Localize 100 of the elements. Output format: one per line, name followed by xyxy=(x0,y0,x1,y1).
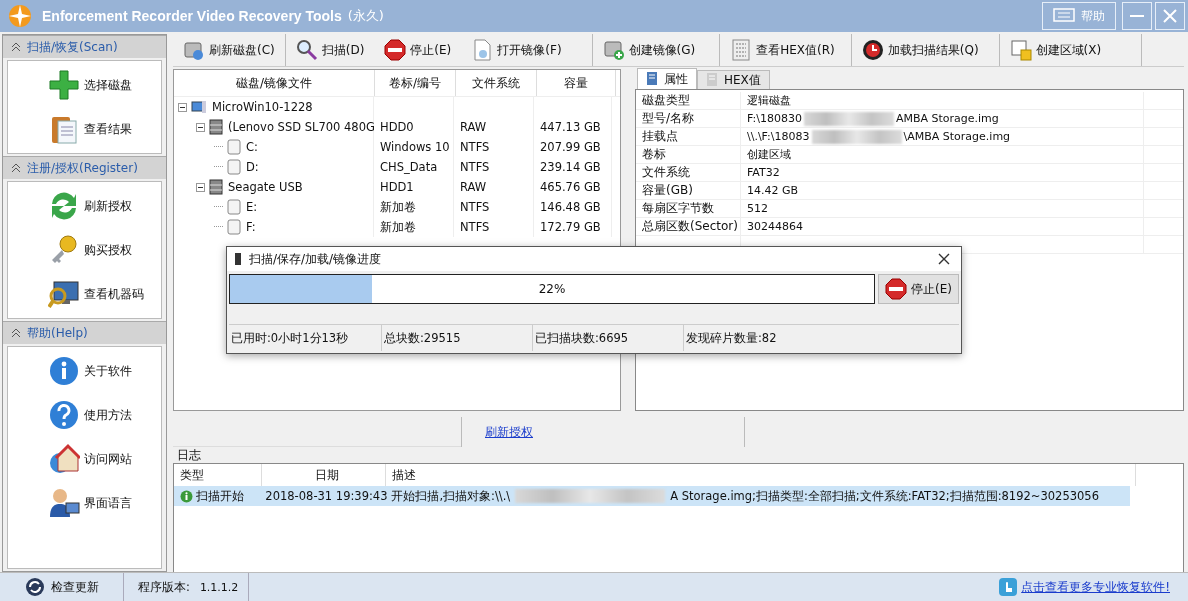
tree-node[interactable]: MicroWin10-1228 xyxy=(212,100,313,114)
more-software-link[interactable]: 点击查看更多专业恢复软件! xyxy=(989,573,1188,601)
property-name: 型号/名称 xyxy=(636,110,741,127)
property-value: 30244864 xyxy=(747,220,803,233)
volume-label: HDD1 xyxy=(380,180,414,194)
property-value: \AMBA Storage.img xyxy=(903,130,1011,143)
progress-percent: 22% xyxy=(537,282,567,296)
sidebar-item[interactable]: 访问网站 xyxy=(8,437,161,481)
log-type: 扫描开始 xyxy=(196,488,244,504)
volume-label: Windows 10 xyxy=(380,140,450,154)
tree-node[interactable]: F: xyxy=(246,220,256,234)
property-value: 创建区域 xyxy=(747,147,791,162)
column-header[interactable]: 文件系统 xyxy=(456,70,537,96)
update-icon xyxy=(24,577,45,597)
sidebar-group-header[interactable]: 扫描/恢复(Scan) xyxy=(3,35,166,58)
file-system: NTFS xyxy=(460,160,490,174)
document-icon xyxy=(646,71,660,87)
collapse-icon[interactable] xyxy=(178,102,187,112)
sidebar-item[interactable]: 关于软件 xyxy=(8,349,161,393)
file-system: NTFS xyxy=(460,140,490,154)
property-value: FAT32 xyxy=(747,166,780,179)
tree-node[interactable]: E: xyxy=(246,200,258,214)
help-icon xyxy=(48,399,80,431)
volume-icon xyxy=(227,219,241,235)
property-name: 磁盘类型 xyxy=(636,92,741,109)
collapse-icon[interactable] xyxy=(196,182,205,192)
collapse-icon[interactable] xyxy=(196,122,205,132)
dialog-title: 扫描/保存/加载/镜像进度 xyxy=(249,250,382,268)
volume-icon xyxy=(227,139,241,155)
capacity: 172.79 GB xyxy=(540,220,601,234)
document-icon xyxy=(706,72,720,88)
column-header[interactable]: 容量 xyxy=(537,70,616,96)
drive-icon xyxy=(209,179,223,195)
volume-label: 新加卷 xyxy=(380,199,416,215)
log-date: 2018-08-31 19:39:43 xyxy=(264,488,386,505)
panel-tab[interactable]: HEX值 xyxy=(697,70,770,89)
log-description: A Storage.img;扫描类型:全部扫描;文件系统:FAT32;扫描范围:8192~30253056 xyxy=(670,488,1099,504)
log-row[interactable]: 扫描开始 2018-08-31 19:39:43 开始扫描,扫描对象:\\.\ A Storage.img;扫描类型:全部扫描;文件系统:FAT32;扫描范围:8192~30253056 xyxy=(174,486,1130,506)
volume-label: HDD0 xyxy=(380,120,414,134)
sidebar-item[interactable]: 购买授权 xyxy=(8,228,161,272)
check-update-button[interactable]: 检查更新 xyxy=(0,573,124,601)
file-icon xyxy=(471,39,494,61)
volume-icon xyxy=(227,199,241,215)
scan-stat: 已扫描块数:6695 xyxy=(533,325,684,351)
search-icon xyxy=(295,39,318,61)
capacity: 207.99 GB xyxy=(540,140,601,154)
property-value: 逻辑磁盘 xyxy=(747,93,791,108)
sidebar-item[interactable]: 使用方法 xyxy=(8,393,161,437)
monitor-icon xyxy=(48,278,80,310)
log-title: 日志 xyxy=(176,447,202,463)
collapse-icon xyxy=(11,163,21,173)
tree-node[interactable]: C: xyxy=(246,140,258,154)
tree-node[interactable]: (Lenovo SSD SL700 480G xyxy=(228,120,375,134)
property-value: F:\180830 xyxy=(747,112,802,125)
sidebar-group-header[interactable]: 注册/授权(Register) xyxy=(3,156,166,179)
collapse-icon xyxy=(11,42,21,52)
property-value: \\.\F:\18083 xyxy=(747,130,810,143)
column-header[interactable]: 磁盘/镜像文件 xyxy=(174,70,375,96)
sidebar-item[interactable]: 选择磁盘 xyxy=(8,63,161,107)
file-system: NTFS xyxy=(460,220,490,234)
sidebar-item[interactable]: 查看结果 xyxy=(8,107,161,151)
stop-icon xyxy=(885,278,908,300)
hex-icon xyxy=(730,39,753,61)
info-icon xyxy=(48,355,80,387)
user-icon xyxy=(48,487,80,519)
tree-node[interactable]: Seagate USB xyxy=(228,180,303,194)
tree-node[interactable]: D: xyxy=(246,160,259,174)
property-name: 每扇区字节数 xyxy=(636,200,741,217)
property-value: AMBA Storage.img xyxy=(895,112,999,125)
scan-stat: 总块数:29515 xyxy=(382,325,533,351)
disk-add-icon xyxy=(602,39,625,61)
sidebar-group-header[interactable]: 帮助(Help) xyxy=(3,321,166,344)
property-name: 容量(GB) xyxy=(636,182,741,199)
volume-label: 新加卷 xyxy=(380,219,416,235)
property-name: 文件系统 xyxy=(636,164,741,181)
version-label: 程序版本: xyxy=(138,579,190,595)
computer-icon xyxy=(191,100,207,114)
volume-icon xyxy=(227,159,241,175)
refresh-license-link[interactable]: 刷新授权 xyxy=(485,423,533,441)
stop-button[interactable]: 停止(E) xyxy=(878,274,959,304)
window-title: Enforcement Recorder Video Recovery Tools xyxy=(42,8,342,24)
scan-stat: 发现碎片数量:82 xyxy=(685,329,778,347)
column-header[interactable]: 卷标/编号 xyxy=(375,70,456,96)
property-name: 总扇区数(Sector) xyxy=(636,218,741,235)
volume-label: CHS_Data xyxy=(380,160,438,174)
history-icon xyxy=(861,39,884,61)
capacity: 146.48 GB xyxy=(540,200,601,214)
sidebar-item[interactable]: 刷新授权 xyxy=(8,184,161,228)
sidebar-item[interactable]: 查看机器码 xyxy=(8,272,161,316)
property-name: 卷标 xyxy=(636,146,741,163)
drive-icon xyxy=(209,119,223,135)
plus-icon xyxy=(48,69,80,101)
sidebar-item[interactable]: 界面语言 xyxy=(8,481,161,525)
collapse-icon xyxy=(11,328,21,338)
property-name: 挂载点 xyxy=(636,128,741,145)
capacity: 447.13 GB xyxy=(540,120,601,134)
panel-tab[interactable]: 属性 xyxy=(637,68,697,89)
capacity: 239.14 GB xyxy=(540,160,601,174)
close-icon xyxy=(937,252,951,266)
region-icon xyxy=(1009,39,1032,61)
